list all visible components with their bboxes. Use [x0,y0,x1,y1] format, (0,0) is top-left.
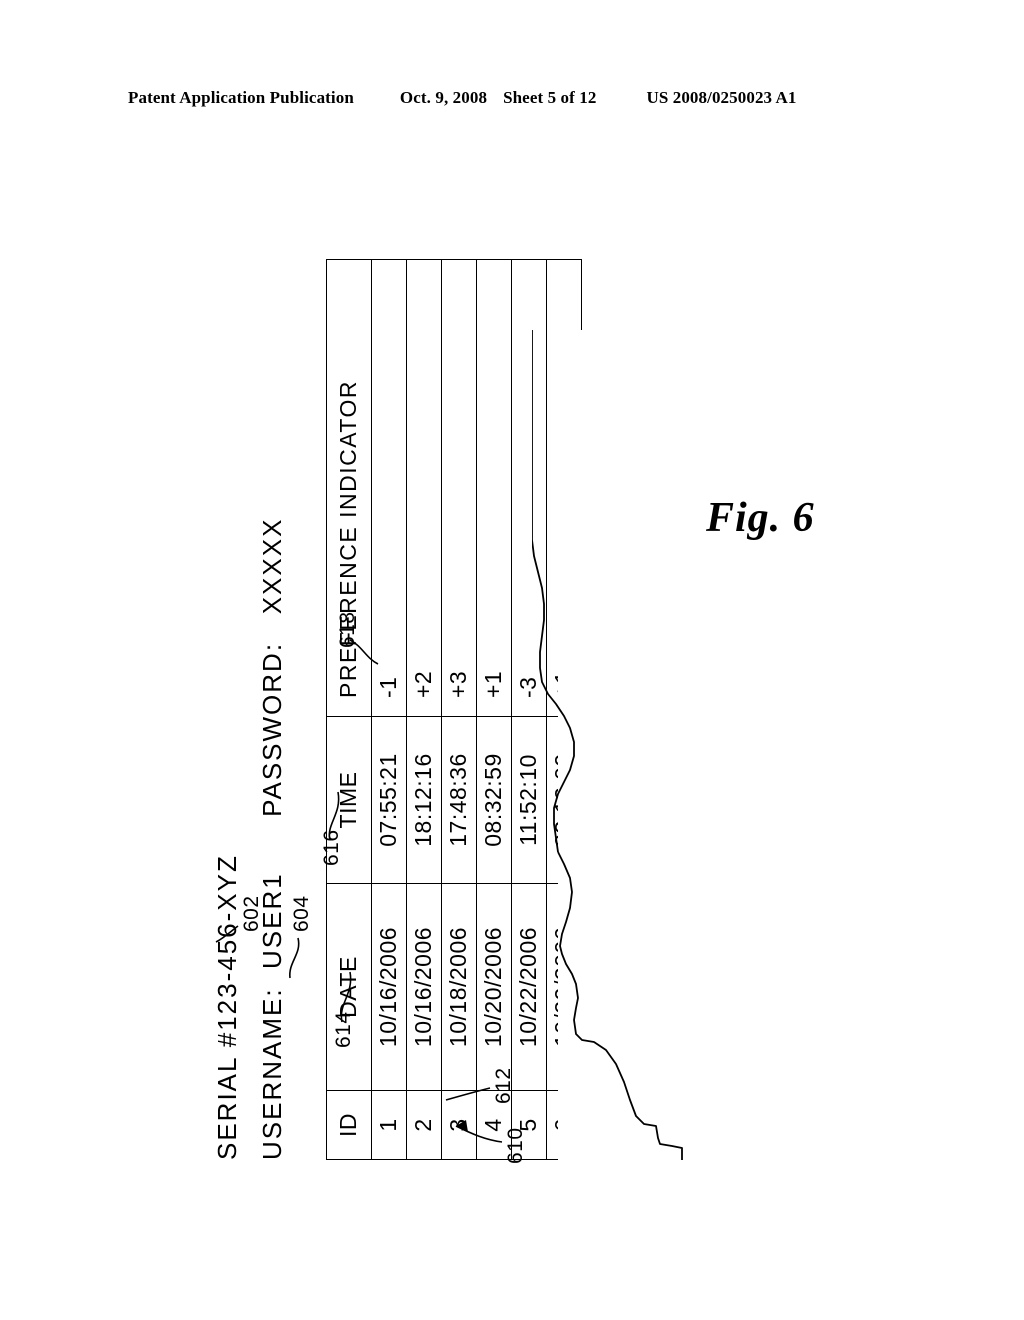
reference-numeral-612: 612 [492,1067,515,1104]
credentials-line: USERNAME: USER1 PASSWORD: XXXXX [257,517,287,1160]
column-header-id: ID [326,1090,372,1160]
cell-preference: +2 [406,259,442,717]
serial-number-line: SERIAL #123-456-XYZ [212,854,242,1160]
cell-preference: +1 [476,259,512,717]
cell-date: 10/18/2006 [441,883,477,1091]
publication-number: US 2008/0250023 A1 [646,88,797,107]
sheet-number: Sheet 5 of 12 [503,88,597,107]
cell-time: 18:12:16 [406,716,442,884]
cell-time: 08:32:59 [476,716,512,884]
reference-numeral-614: 614 [332,1011,355,1048]
table-row: 6 10/29/2006 03:12:09 +1 [546,259,582,1160]
preference-record-table: ID DATE TIME PREFERENCE INDICATOR 1 10/1… [326,259,582,1160]
cell-preference: +3 [441,259,477,717]
table-row: 4 10/20/2006 08:32:59 +1 [476,259,512,1160]
column-header-date: DATE [326,883,372,1091]
cell-date: 10/22/2006 [511,883,547,1091]
cell-preference: +1 [546,259,582,717]
reference-numeral-602: 602 [240,895,263,932]
publication-date: Oct. 9, 2008 [399,88,488,107]
reference-numeral-610: 610 [504,1127,527,1164]
cell-preference: -3 [511,259,547,717]
cell-time: 07:55:21 [371,716,407,884]
cell-preference: -1 [371,259,407,717]
reference-numeral-616: 616 [320,829,343,866]
reference-numeral-604: 604 [290,895,313,932]
figure-drawing: SERIAL #123-456-XYZ USERNAME: USER1 PASS… [202,200,822,1200]
table-row: 2 10/16/2006 18:12:16 +2 [406,259,442,1160]
figure-caption: Fig. 6 [706,495,815,541]
cell-date: 10/16/2006 [406,883,442,1091]
cell-date: 10/20/2006 [476,883,512,1091]
cell-id: 3 [441,1090,477,1160]
table-row: 1 10/16/2006 07:55:21 -1 [371,259,407,1160]
table-body: 1 10/16/2006 07:55:21 -1 2 10/16/2006 18… [371,259,582,1160]
cell-id: 1 [371,1090,407,1160]
table-row: 5 10/22/2006 11:52:10 -3 [511,259,547,1160]
cell-time: 17:48:36 [441,716,477,884]
cell-id: 6 [546,1090,582,1160]
cell-id: 2 [406,1090,442,1160]
publication-header: Patent Application Publication Oct. 9, 2… [128,88,898,108]
cell-time: 11:52:10 [511,716,547,884]
cell-date: 10/29/2006 [546,883,582,1091]
cell-date: 10/16/2006 [371,883,407,1091]
cell-time: 03:12:09 [546,716,582,884]
publication-title: Patent Application Publication [128,88,354,107]
record-metadata: SERIAL #123-456-XYZ USERNAME: USER1 PASS… [212,518,302,1160]
reference-numeral-618: 618 [336,611,359,648]
table-row: 3 10/18/2006 17:48:36 +3 [441,259,477,1160]
